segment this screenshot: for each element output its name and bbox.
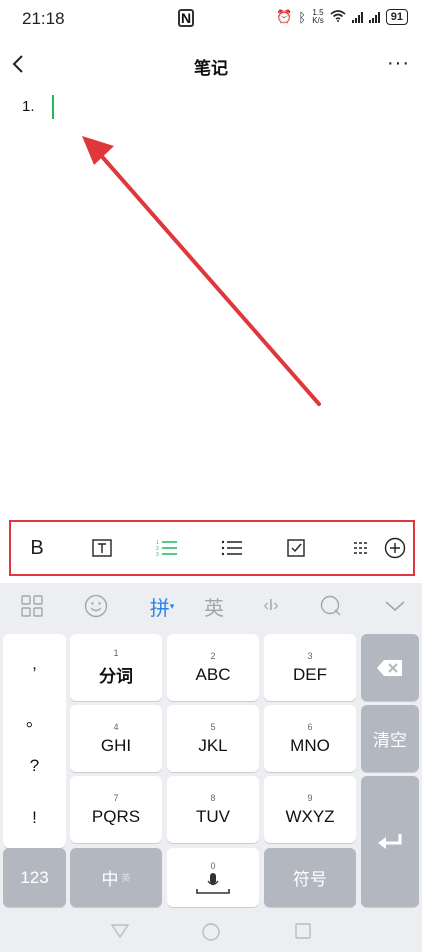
checklist-button[interactable] bbox=[277, 522, 317, 574]
enter-button[interactable] bbox=[361, 776, 419, 907]
microphone-icon bbox=[196, 872, 230, 894]
collapse-keyboard-icon[interactable] bbox=[382, 583, 408, 629]
search-icon[interactable] bbox=[318, 583, 344, 629]
bullet-list-icon bbox=[221, 540, 242, 556]
key-4[interactable]: 4 GHI bbox=[70, 705, 162, 772]
keyboard-toolbar: 拼 ▾ 英 ‹I› bbox=[0, 583, 422, 629]
checkbox-icon bbox=[287, 539, 305, 557]
clear-button[interactable]: 清空 bbox=[361, 705, 419, 772]
punct-comma[interactable]: , bbox=[3, 654, 66, 674]
plus-circle-icon bbox=[384, 537, 406, 559]
bold-button[interactable]: B bbox=[17, 522, 57, 574]
nfc-icon: N bbox=[178, 9, 194, 27]
system-nav-bar bbox=[0, 911, 422, 952]
key-5[interactable]: 5 JKL bbox=[167, 705, 259, 772]
page-title: 笔记 bbox=[194, 59, 228, 78]
network-speed: 1.5 K/s bbox=[312, 8, 324, 25]
bluetooth-icon: ᛒ bbox=[298, 9, 307, 25]
space-button[interactable]: 0 bbox=[167, 848, 259, 907]
battery-icon: 91 bbox=[385, 9, 408, 25]
caret-down-icon: ▾ bbox=[169, 600, 175, 611]
app-header: 笔记 ··· bbox=[0, 44, 422, 86]
more-icon[interactable]: ··· bbox=[387, 53, 410, 73]
add-button[interactable] bbox=[375, 522, 415, 574]
pinyin-mode-button[interactable]: 拼 ▾ bbox=[142, 583, 182, 629]
punctuation-column[interactable]: , 。 ? ! bbox=[3, 634, 66, 848]
alarm-icon: ⏰ bbox=[276, 9, 293, 24]
punct-exclaim[interactable]: ! bbox=[3, 808, 66, 828]
english-mode-button[interactable]: 英 bbox=[200, 583, 228, 629]
cursor-move-icon[interactable]: ‹I› bbox=[256, 583, 286, 629]
nav-recents-icon[interactable] bbox=[295, 923, 311, 944]
signal-icon bbox=[351, 11, 363, 23]
keyboard: , 。 ? ! 1 分词 2 ABC 3 DEF 4 GHI 5 JKL 6 M… bbox=[0, 629, 422, 911]
status-time: 21:18 bbox=[22, 9, 65, 28]
numbered-list-button[interactable]: 123 bbox=[147, 522, 187, 574]
enter-icon bbox=[378, 833, 402, 849]
nav-home-icon[interactable] bbox=[202, 923, 220, 946]
bold-icon: B bbox=[30, 536, 44, 559]
nav-back-icon[interactable] bbox=[110, 923, 130, 944]
signal-icon-2 bbox=[368, 11, 380, 23]
key-8[interactable]: 8 TUV bbox=[167, 776, 259, 843]
backspace-icon bbox=[377, 659, 402, 676]
key-1[interactable]: 1 分词 bbox=[70, 634, 162, 701]
key-2[interactable]: 2 ABC bbox=[167, 634, 259, 701]
status-bar: 21:18 N ⏰ ᛒ 1.5 K/s 91 bbox=[0, 0, 422, 38]
status-icons: ⏰ ᛒ 1.5 K/s 91 bbox=[276, 9, 408, 25]
symbols-button[interactable]: 符号 bbox=[264, 848, 356, 907]
format-toolbar: B 123 bbox=[9, 520, 415, 576]
punct-period[interactable]: 。 bbox=[3, 706, 66, 731]
grid-menu-icon[interactable] bbox=[18, 583, 46, 629]
key-6[interactable]: 6 MNO bbox=[264, 705, 356, 772]
text-box-icon bbox=[92, 539, 112, 557]
key-7[interactable]: 7 PQRS bbox=[70, 776, 162, 843]
svg-text:3: 3 bbox=[156, 552, 159, 557]
num-mode-button[interactable]: 123 bbox=[3, 848, 66, 907]
note-editor-area[interactable] bbox=[0, 90, 422, 510]
numbered-list-icon: 123 bbox=[156, 540, 177, 557]
backspace-button[interactable] bbox=[361, 634, 419, 701]
punct-question[interactable]: ? bbox=[3, 756, 66, 776]
key-3[interactable]: 3 DEF bbox=[264, 634, 356, 701]
text-style-button[interactable] bbox=[82, 522, 122, 574]
emoji-icon[interactable] bbox=[82, 583, 110, 629]
lang-switch-button[interactable]: 中 英 bbox=[70, 848, 162, 907]
divider-icon bbox=[354, 542, 368, 554]
key-9[interactable]: 9 WXYZ bbox=[264, 776, 356, 843]
wifi-icon bbox=[330, 9, 346, 25]
bullet-list-button[interactable] bbox=[212, 522, 252, 574]
